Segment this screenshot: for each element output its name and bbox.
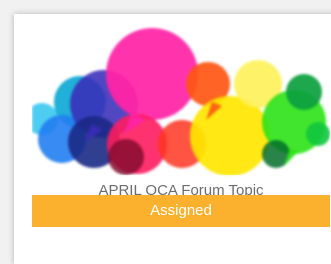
course-card[interactable]: APRIL OCA Forum Topic Assigned — [14, 14, 331, 264]
card-thumbnail[interactable]: APRIL OCA Forum Topic — [32, 24, 330, 207]
status-badge[interactable]: Assigned — [32, 195, 330, 227]
